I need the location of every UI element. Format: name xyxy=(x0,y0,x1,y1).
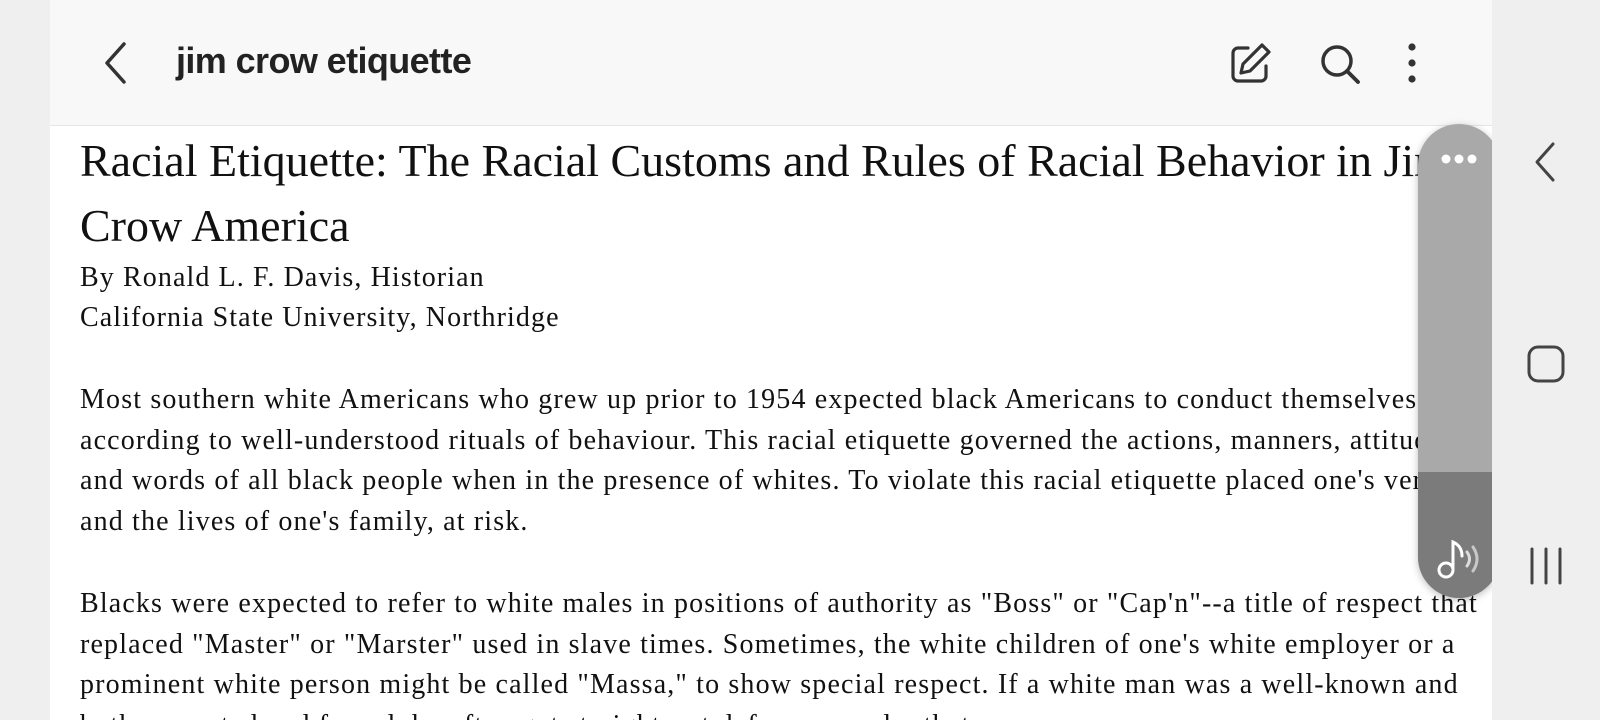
read-aloud-icon xyxy=(1437,539,1479,579)
search-button[interactable] xyxy=(1316,40,1364,88)
panel-more-button[interactable] xyxy=(1439,150,1479,168)
edit-icon xyxy=(1231,43,1271,83)
back-icon xyxy=(1535,142,1555,182)
system-navigation-bar xyxy=(1492,0,1600,720)
recents-icon xyxy=(1530,547,1562,585)
system-recents-button[interactable] xyxy=(1522,542,1570,590)
system-back-button[interactable] xyxy=(1522,138,1570,186)
document-body: Racial Etiquette: The Racial Customs and… xyxy=(80,128,1492,720)
read-aloud-panel[interactable] xyxy=(1418,124,1492,598)
app-bar: jim crow etiquette xyxy=(50,0,1492,126)
more-horizontal-icon xyxy=(1441,154,1477,164)
read-aloud-button[interactable] xyxy=(1436,536,1486,582)
paragraph: Blacks were expected to refer to white m… xyxy=(80,588,1478,720)
document-title: Racial Etiquette: The Racial Customs and… xyxy=(80,135,1450,251)
chevron-left-icon xyxy=(105,42,126,84)
document-viewer: jim crow etiquette Racial Etiquette: The… xyxy=(50,0,1492,720)
author-line: By Ronald L. F. Davis, Historian xyxy=(80,262,485,293)
page-title: jim crow etiquette xyxy=(176,40,472,81)
system-home-button[interactable] xyxy=(1522,340,1570,388)
edit-button[interactable] xyxy=(1226,40,1274,88)
back-button[interactable] xyxy=(96,38,136,88)
more-vertical-icon xyxy=(1408,43,1416,83)
paragraph: Most southern white Americans who grew u… xyxy=(80,384,1492,537)
search-icon xyxy=(1321,45,1360,84)
home-icon xyxy=(1527,345,1565,383)
more-options-button[interactable] xyxy=(1388,40,1436,88)
affiliation-line: California State University, Northridge xyxy=(80,302,560,333)
